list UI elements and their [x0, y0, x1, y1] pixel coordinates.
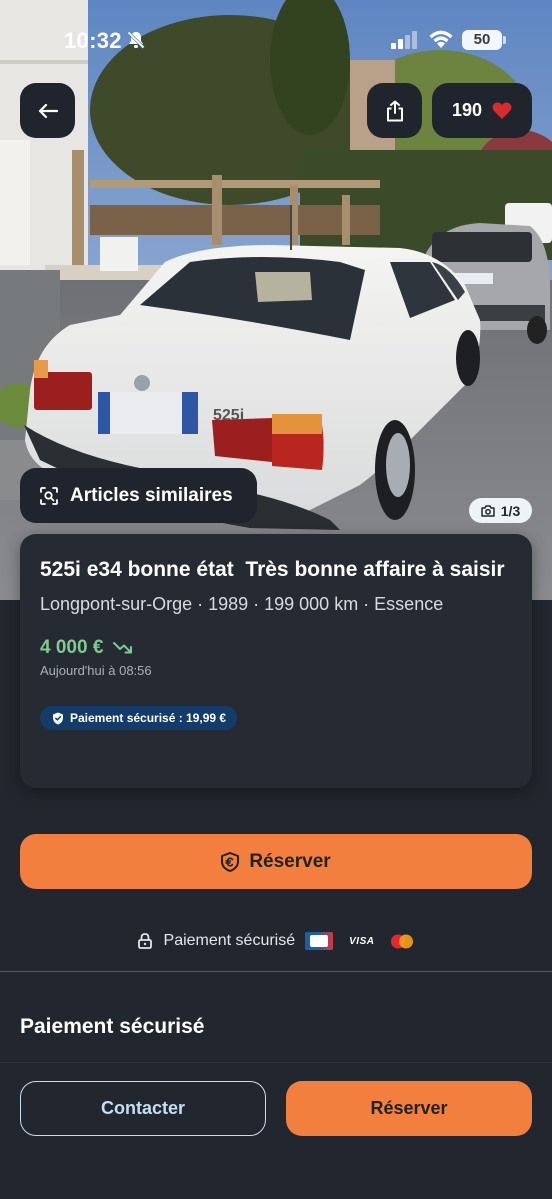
secure-payment-row: Paiement sécurisé VISA	[0, 928, 552, 954]
reserve-bottom-button[interactable]: Réserver	[286, 1081, 532, 1136]
bell-slash-icon	[127, 31, 145, 49]
signal-icon	[391, 31, 417, 49]
price-row: 4 000 €	[40, 637, 512, 659]
secure-payment-badge: Paiement sécurisé : 19,99 €	[40, 706, 238, 730]
listing-date: Aujourd'hui à 08:56	[40, 663, 152, 678]
favorites-count: 190	[451, 100, 483, 120]
status-time: 10:32	[64, 28, 122, 53]
divider	[0, 971, 552, 972]
wifi-icon	[429, 30, 453, 48]
share-icon	[386, 100, 403, 121]
reserve-button-label: Réserver	[249, 850, 331, 872]
visa-logo-icon: VISA	[349, 935, 375, 947]
svg-text:525i: 525i	[213, 407, 244, 424]
shield-check-icon	[53, 712, 63, 724]
section-title: Paiement sécurisé	[20, 1015, 205, 1038]
photo-counter: 1/3	[469, 498, 532, 523]
listing-price: 4 000 €	[40, 637, 104, 658]
reserve-button[interactable]: Réserver	[20, 834, 532, 889]
battery-icon: 50	[462, 30, 502, 50]
secure-payment-text: Paiement sécurisé	[163, 932, 296, 949]
image-search-icon	[40, 486, 58, 505]
mastercard-logo-icon	[391, 934, 414, 948]
back-arrow-icon	[38, 103, 58, 118]
lock-icon	[137, 933, 152, 949]
share-button[interactable]	[367, 83, 422, 138]
listing-meta: Longpont-sur-Orge · 1989 · 199 000 km · …	[40, 594, 444, 614]
listing-card: 525i e34 bonne état Très bonne affaire à…	[20, 534, 532, 788]
contact-button-label: Contacter	[100, 1098, 185, 1118]
listing-title: 525i e34 bonne état Très bonne affaire à…	[40, 558, 505, 581]
similar-articles-label: Articles similaires	[70, 484, 233, 506]
battery-tip	[503, 36, 506, 44]
trending-down-icon	[113, 642, 133, 654]
heart-icon	[492, 102, 512, 119]
shield-euro-icon	[221, 851, 240, 872]
back-button[interactable]	[20, 83, 75, 138]
status-bar: 10:32 50	[0, 0, 552, 80]
photo-counter-text: 1/3	[500, 502, 521, 519]
camera-icon	[481, 504, 495, 517]
reserve-bottom-button-label: Réserver	[370, 1098, 448, 1118]
contact-button[interactable]: Contacter	[20, 1081, 266, 1136]
secure-badge-text: Paiement sécurisé : 19,99 €	[70, 711, 227, 725]
similar-articles-button[interactable]: Articles similaires	[20, 468, 257, 523]
cb-logo-icon	[305, 932, 334, 950]
favorite-button[interactable]: 190	[432, 83, 532, 138]
